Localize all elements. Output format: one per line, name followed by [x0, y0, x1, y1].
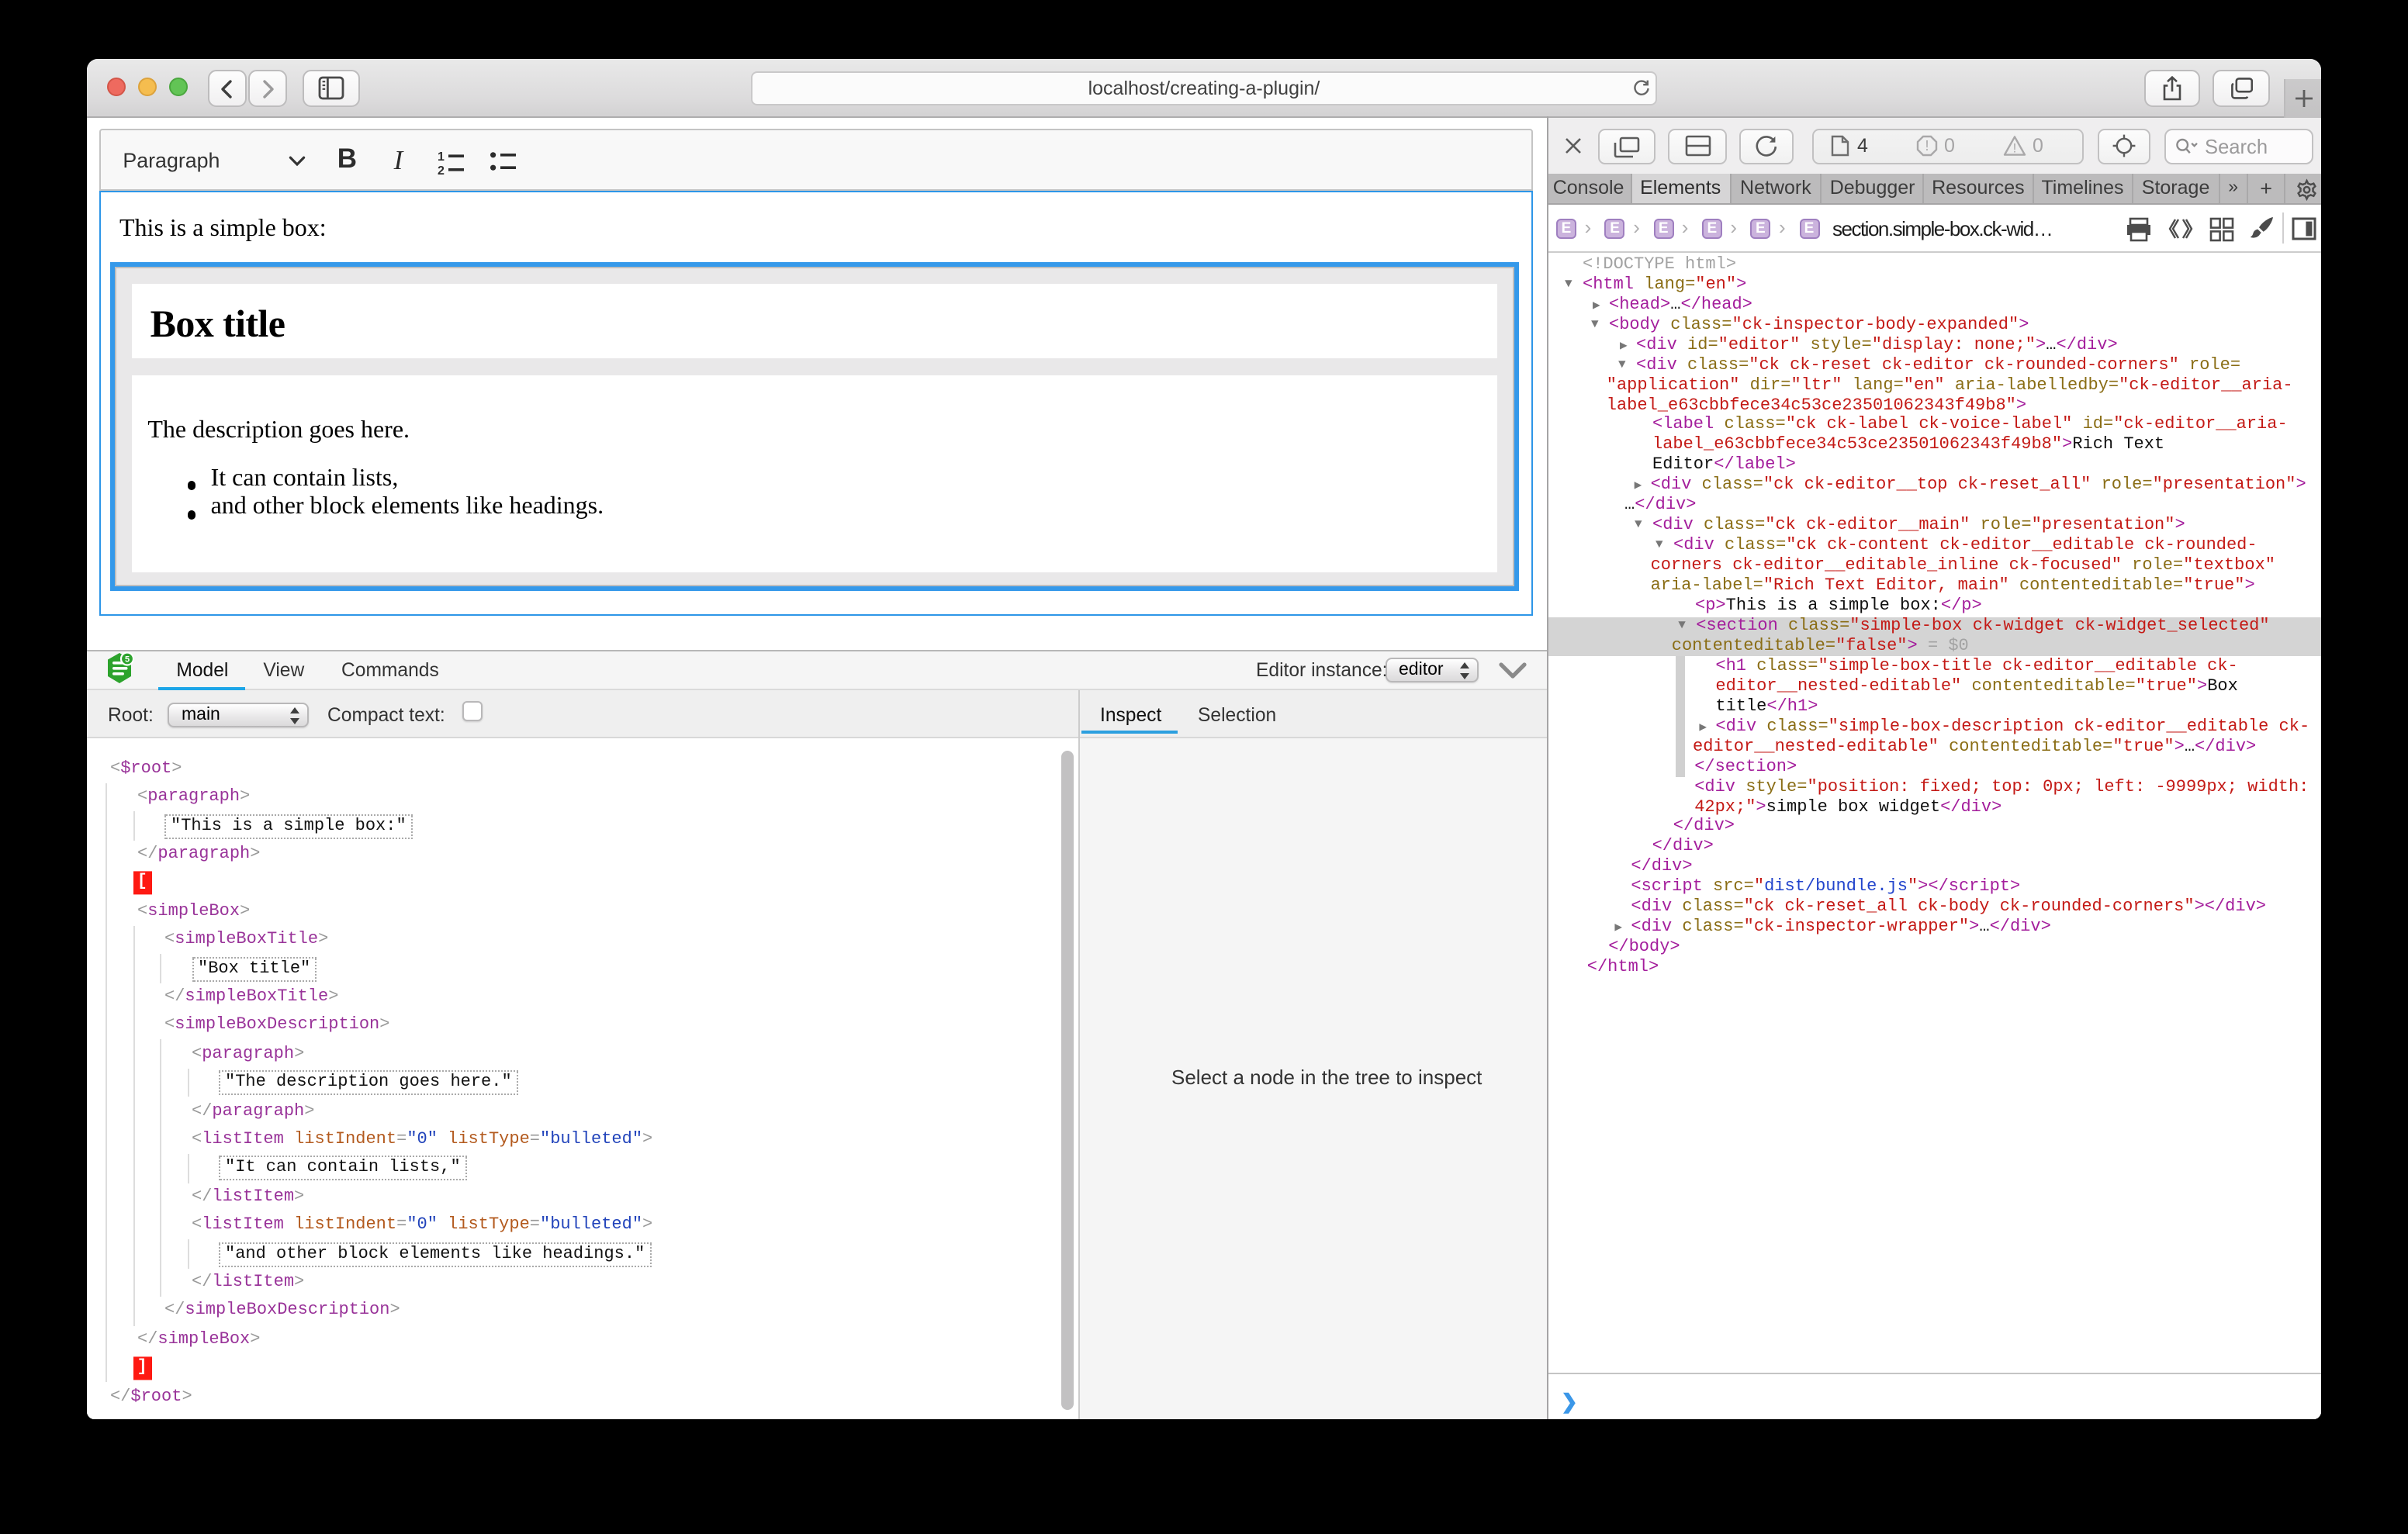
- svg-text:1: 1: [437, 150, 444, 164]
- svg-text:2: 2: [437, 164, 444, 175]
- svg-text:!: !: [1925, 138, 1929, 154]
- svg-text:!: !: [2013, 140, 2017, 155]
- svg-text:5: 5: [125, 655, 130, 665]
